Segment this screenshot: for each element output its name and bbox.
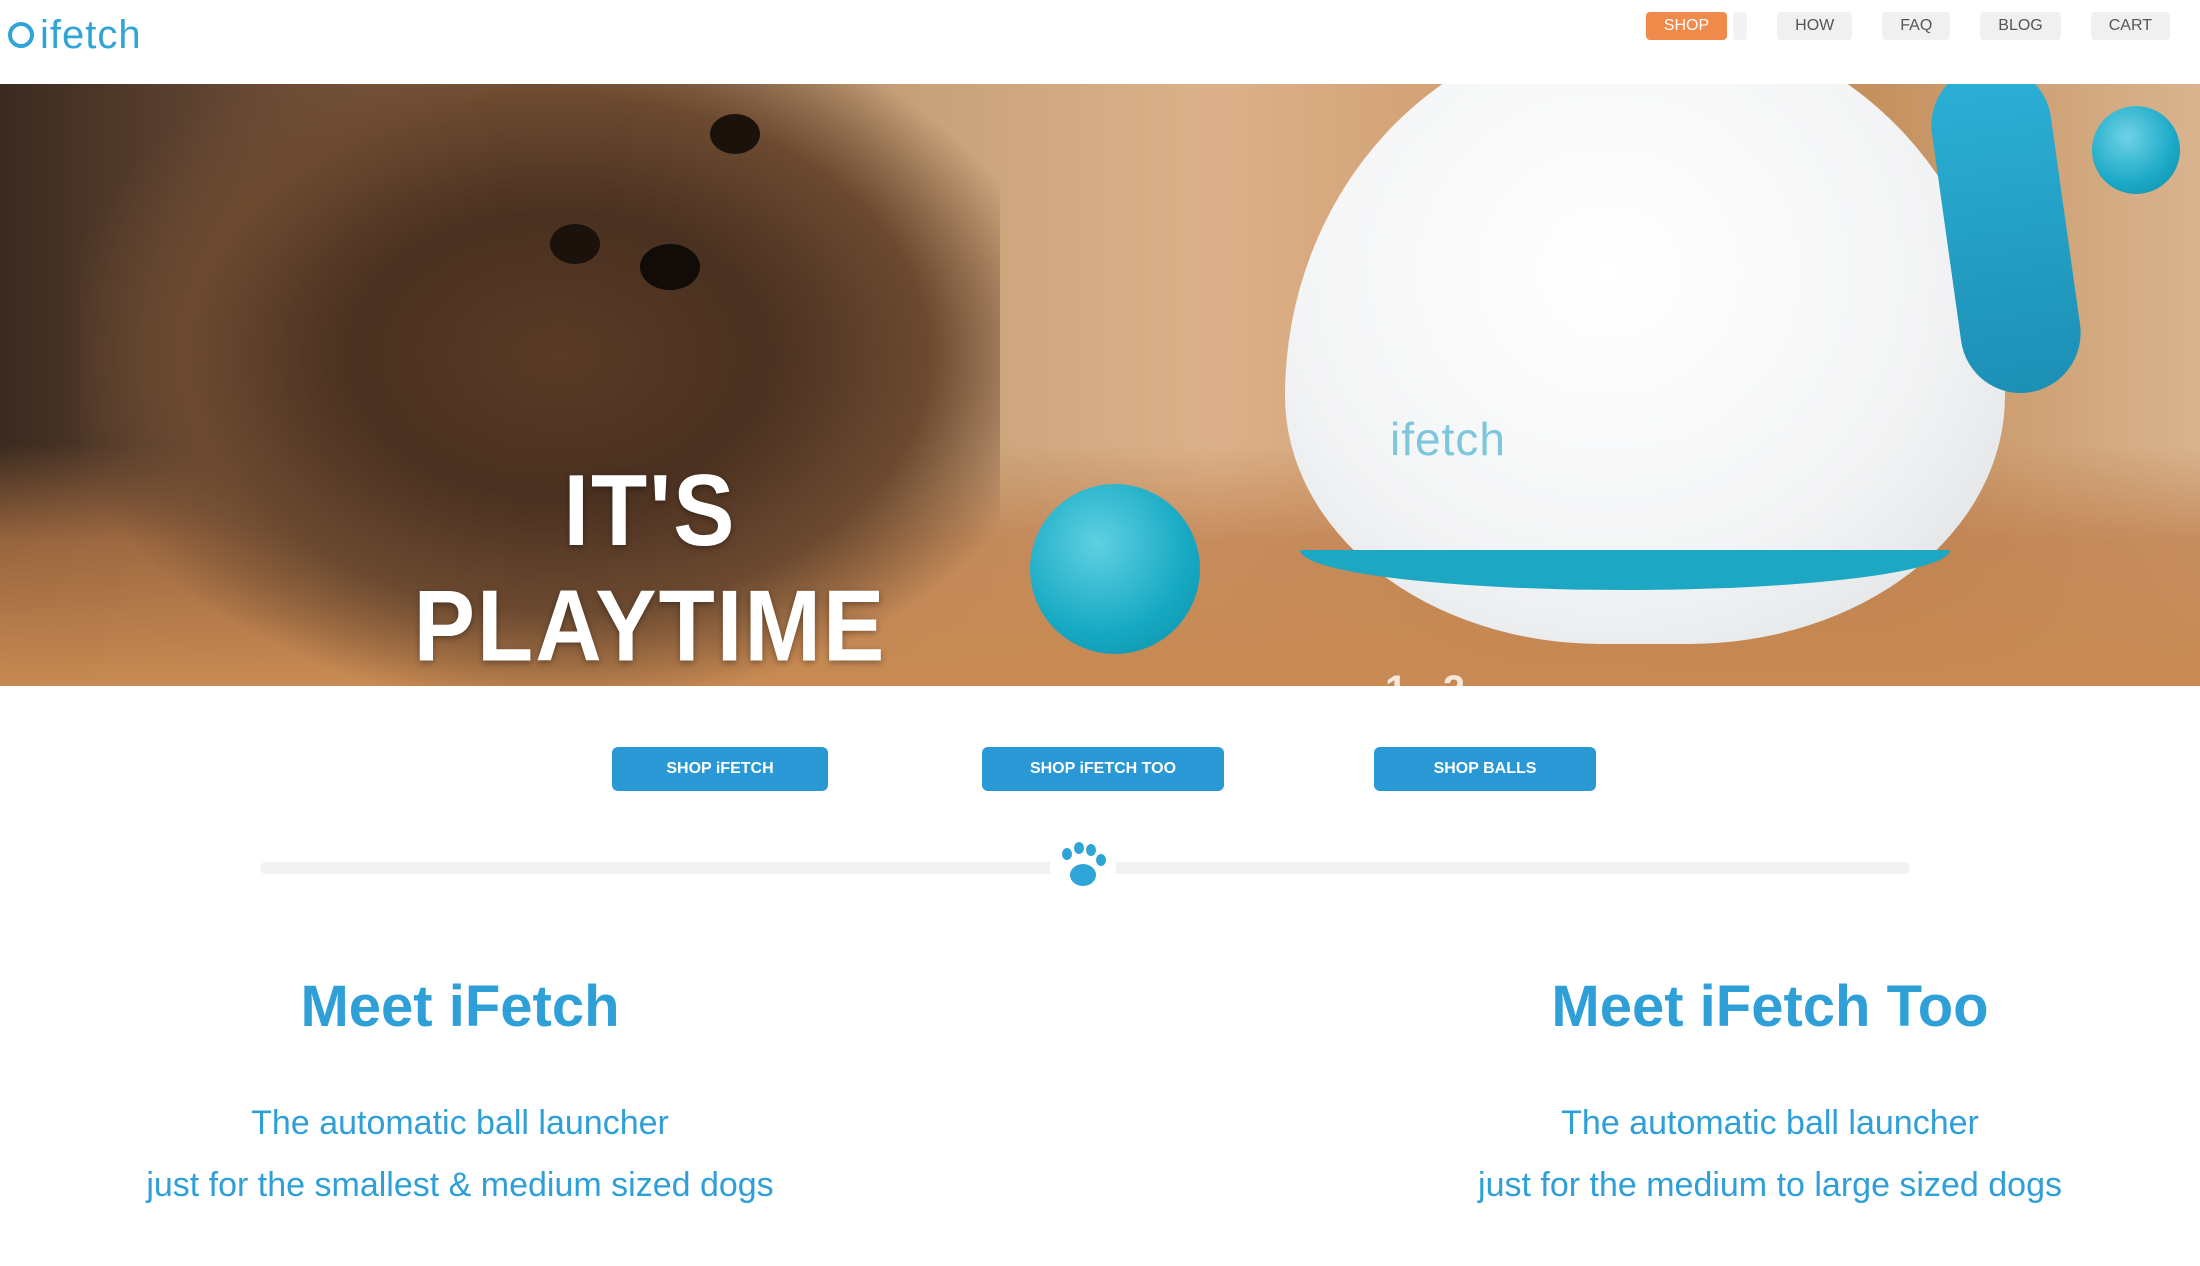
page: ifetch SHOP HOW FAQ BLOG CART ifetch IT'… <box>0 0 2200 1266</box>
ifetch-too-description-line2: just for the medium to large sized dogs <box>1478 1166 2062 1204</box>
ifetch-too-description-line1: The automatic ball launcher <box>1561 1104 1979 1142</box>
tennis-ball-top <box>2092 106 2180 194</box>
shop-ifetch-too-button[interactable]: SHOP iFETCH TOO <box>982 747 1224 791</box>
ifetch-title[interactable]: Meet iFetch <box>110 970 810 1044</box>
logo-mark-icon <box>8 22 34 48</box>
ifetch-description-line2: just for the smallest & medium sized dog… <box>146 1166 774 1204</box>
launcher-logo: ifetch <box>1390 413 1506 465</box>
ifetch-too-section: Meet iFetch Too The automatic ball launc… <box>1410 970 2130 1216</box>
nav-item-blog[interactable]: BLOG <box>1980 12 2061 40</box>
hero-caption: 1 - 2 <box>1385 668 1465 686</box>
nav-item-faq[interactable]: FAQ <box>1882 12 1951 40</box>
ifetch-description-line1: The automatic ball launcher <box>251 1104 669 1142</box>
shop-ifetch-button[interactable]: SHOP iFETCH <box>612 747 828 791</box>
dog-eye-right <box>710 114 760 154</box>
main-nav: SHOP HOW FAQ BLOG CART <box>1645 6 2170 46</box>
paw-icon <box>1050 834 1116 900</box>
shop-balls-button[interactable]: SHOP BALLS <box>1374 747 1596 791</box>
nav-separator <box>1733 12 1748 40</box>
hero-title: IT'S PLAYTIME <box>413 454 887 683</box>
nav-item-how[interactable]: HOW <box>1777 12 1853 40</box>
dog-nose <box>640 244 700 290</box>
paw-toe <box>1074 842 1084 854</box>
logo[interactable]: ifetch <box>8 10 142 60</box>
dog-eye-left <box>550 224 600 264</box>
paw-pad <box>1070 864 1096 886</box>
logo-text: ifetch <box>40 12 142 57</box>
ifetch-too-description: The automatic ball launcher just for the… <box>1410 1092 2130 1216</box>
hero-banner: ifetch IT'S PLAYTIME 1 - 2 <box>0 84 2200 686</box>
nav-item-cart[interactable]: CART <box>2090 12 2170 40</box>
ifetch-section: Meet iFetch The automatic ball launcher … <box>110 970 810 1216</box>
nav-item-shop[interactable]: SHOP <box>1645 12 1728 40</box>
paw-toe <box>1096 854 1106 866</box>
ifetch-too-title[interactable]: Meet iFetch Too <box>1410 970 2130 1044</box>
site-header: ifetch SHOP HOW FAQ BLOG CART <box>0 0 2200 84</box>
ifetch-description: The automatic ball launcher just for the… <box>110 1092 810 1216</box>
paw-toe <box>1086 844 1096 856</box>
paw-toe <box>1062 848 1072 860</box>
tennis-ball-front <box>1030 484 1200 654</box>
